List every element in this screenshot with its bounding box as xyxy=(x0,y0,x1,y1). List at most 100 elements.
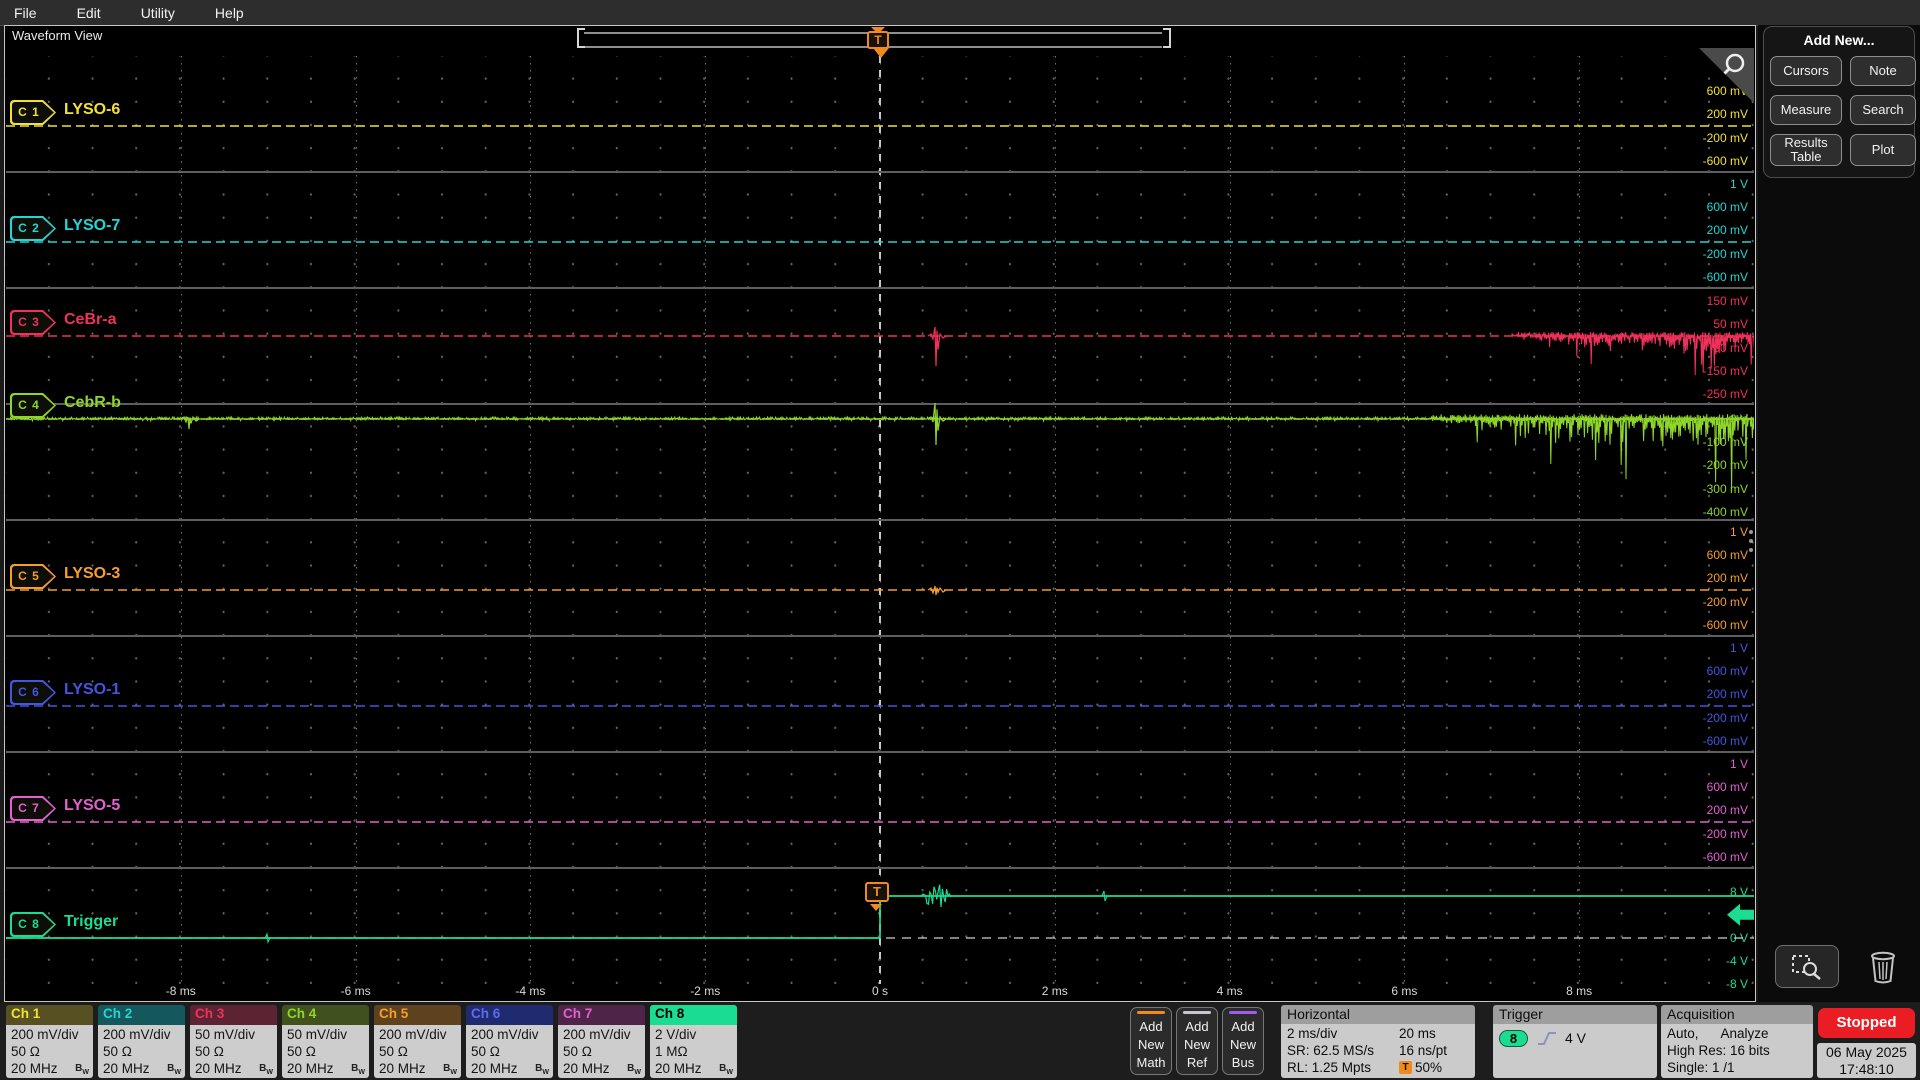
channel-name: CeBr-a xyxy=(64,311,116,329)
channel-setting: 200 mV/div xyxy=(103,1026,181,1043)
channel-setting: 50 mV/div xyxy=(287,1026,365,1043)
channel-setting: 20 MHzBW xyxy=(471,1060,549,1078)
channel-badge-ch3[interactable]: Ch 350 mV/div50 Ω20 MHzBW xyxy=(190,1005,277,1078)
channel-badge-body: 200 mV/div50 Ω20 MHzBW xyxy=(98,1025,185,1078)
channel-badge-body: 50 mV/div50 Ω20 MHzBW xyxy=(282,1025,369,1078)
channel-badge-ch7[interactable]: Ch 7200 mV/div50 Ω20 MHzBW xyxy=(558,1005,645,1078)
bandwidth-badge: BW xyxy=(719,1060,733,1078)
trigger-event-marker[interactable]: T xyxy=(865,882,889,902)
add-new-ref-button[interactable]: AddNewRef xyxy=(1176,1007,1218,1075)
horizontal-panel[interactable]: Horizontal 2 ms/div20 msSR: 62.5 MS/s16 … xyxy=(1281,1005,1475,1078)
trigger-event-marker-pointer xyxy=(870,904,882,911)
add-new-buttons: Cursors Note Measure Search Results TablePlo… xyxy=(1770,56,1914,166)
pan-bracket-left[interactable] xyxy=(577,28,585,48)
channel-setting: 50 Ω xyxy=(287,1043,365,1060)
horizontal-row: 2 ms/div20 ms xyxy=(1287,1025,1470,1042)
channel-badge-body: 200 mV/div50 Ω20 MHzBW xyxy=(558,1025,645,1078)
channel-badge-header: Ch 3 xyxy=(190,1005,277,1025)
channel-tag-text: C 5 xyxy=(10,564,48,589)
add-new-math-button[interactable]: AddNewMath xyxy=(1130,1007,1172,1075)
channel-tag-text: C 1 xyxy=(10,100,48,125)
channel-setting: 200 mV/div xyxy=(11,1026,89,1043)
channel-name: Trigger xyxy=(64,913,118,931)
channel-name: LYSO-6 xyxy=(64,101,120,119)
channel-badge-ch4[interactable]: Ch 450 mV/div50 Ω20 MHzBW xyxy=(282,1005,369,1078)
channel-badge-body: 200 mV/div50 Ω20 MHzBW xyxy=(466,1025,553,1078)
waveform-view: Waveform View T T 600 mV200 mV-200 mV-60… xyxy=(4,25,1756,1002)
bandwidth-badge: BW xyxy=(351,1060,365,1078)
channel-badge-ch5[interactable]: Ch 5200 mV/div50 Ω20 MHzBW xyxy=(374,1005,461,1078)
channel-badge-ch1[interactable]: Ch 1200 mV/div50 Ω20 MHzBW xyxy=(6,1005,93,1078)
acquisition-panel[interactable]: Acquisition Auto,Analyze High Res: 16 bi… xyxy=(1661,1005,1813,1078)
right-sidebar: Add New... Cursors Note Measure Search Resul… xyxy=(1758,25,1920,1002)
channel-setting: 50 Ω xyxy=(379,1043,457,1060)
menu-bar: FileEditUtilityHelp xyxy=(0,0,1920,26)
bandwidth-badge: BW xyxy=(627,1060,641,1078)
datetime-display: 06 May 2025 17:48:10 xyxy=(1817,1043,1916,1078)
channel-setting: 1 MΩ xyxy=(655,1043,733,1060)
horizontal-row: SR: 62.5 MS/s16 ns/pt xyxy=(1287,1042,1470,1059)
acq-highres: High Res: 16 bits xyxy=(1667,1042,1808,1059)
waveform-view-tab[interactable]: Waveform View xyxy=(12,28,102,43)
add-new-bus-button[interactable]: AddNewBus xyxy=(1222,1007,1264,1075)
add-new-measure-button[interactable]: Measure xyxy=(1770,95,1842,125)
rising-edge-icon xyxy=(1537,1030,1557,1047)
channel-badge-header: Ch 1 xyxy=(6,1005,93,1025)
channel-setting: 20 MHzBW xyxy=(103,1060,181,1078)
channel-tag-text: C 8 xyxy=(10,912,48,937)
channel-name: LYSO-5 xyxy=(64,797,120,815)
add-new-plot-button[interactable]: Plot xyxy=(1850,134,1916,166)
trigger-position-marker[interactable]: T xyxy=(867,31,889,49)
channel-tag-text: C 3 xyxy=(10,310,48,335)
channel-setting: 200 mV/div xyxy=(563,1026,641,1043)
menu-item-utility[interactable]: Utility xyxy=(127,5,201,21)
menu-item-edit[interactable]: Edit xyxy=(63,5,127,21)
channel-name: CebR-b xyxy=(64,394,121,412)
add-new-search-button[interactable]: Search xyxy=(1850,95,1916,125)
zoom-select-button[interactable] xyxy=(1775,945,1839,988)
channel-name: LYSO-7 xyxy=(64,217,120,235)
accent-line xyxy=(1229,1011,1257,1014)
add-new-results-table-button[interactable]: Results Table xyxy=(1770,134,1842,166)
channel-badge-body: 50 mV/div50 Ω20 MHzBW xyxy=(190,1025,277,1078)
channel-name: LYSO-3 xyxy=(64,565,120,583)
channel-badge-ch6[interactable]: Ch 6200 mV/div50 Ω20 MHzBW xyxy=(466,1005,553,1078)
channel-badge-header: Ch 5 xyxy=(374,1005,461,1025)
channel-badge-header: Ch 2 xyxy=(98,1005,185,1025)
channel-setting: 20 MHzBW xyxy=(195,1060,273,1078)
trigger-panel[interactable]: Trigger 8 4 V xyxy=(1493,1005,1657,1078)
trigger-source-badge: 8 xyxy=(1499,1030,1528,1047)
channel-setting: 20 MHzBW xyxy=(563,1060,641,1078)
pan-bracket-right[interactable] xyxy=(1163,28,1171,48)
panel-resize-grip[interactable] xyxy=(1749,530,1753,552)
channel-setting: 50 Ω xyxy=(563,1043,641,1060)
channel-badge-body: 200 mV/div50 Ω20 MHzBW xyxy=(374,1025,461,1078)
bottom-settings-bar: Ch 1200 mV/div50 Ω20 MHzBWCh 2200 mV/div… xyxy=(0,1003,1920,1080)
menu-item-help[interactable]: Help xyxy=(201,5,270,21)
run-stop-button[interactable]: Stopped xyxy=(1818,1008,1915,1038)
trash-icon[interactable] xyxy=(1863,947,1903,987)
channel-setting: 200 mV/div xyxy=(379,1026,457,1043)
add-new-panel: Add New... Cursors Note Measure Search Resul… xyxy=(1763,26,1915,178)
channel-setting: 50 mV/div xyxy=(195,1026,273,1043)
channel-tag-text: C 6 xyxy=(10,680,48,705)
bandwidth-badge: BW xyxy=(75,1060,89,1078)
channel-tag-text: C 7 xyxy=(10,796,48,821)
channel-tag-text: C 2 xyxy=(10,216,48,241)
bandwidth-badge: BW xyxy=(535,1060,549,1078)
menu-item-file[interactable]: File xyxy=(0,5,63,21)
channel-setting: 20 MHzBW xyxy=(379,1060,457,1078)
channel-badge-body: 2 V/div1 MΩ20 MHzBW xyxy=(650,1025,737,1078)
add-new-note-button[interactable]: Note xyxy=(1850,56,1916,86)
add-new-cursors-button[interactable]: Cursors xyxy=(1770,56,1842,86)
plot-area[interactable]: T 600 mV200 mV-200 mV-600 mVC 1LYSO-61 V… xyxy=(6,48,1754,1001)
date-text: 06 May 2025 xyxy=(1817,1044,1916,1061)
add-new-title: Add New... xyxy=(1764,32,1914,48)
horizontal-row: RL: 1.25 MptsT50% xyxy=(1287,1059,1470,1076)
channel-badge-ch8[interactable]: Ch 82 V/div1 MΩ20 MHzBW xyxy=(650,1005,737,1078)
acq-mode: Auto, xyxy=(1667,1025,1699,1042)
channel-tag-text: C 4 xyxy=(10,393,48,418)
waveforms-svg xyxy=(6,48,1754,1001)
acq-analyze: Analyze xyxy=(1721,1025,1769,1042)
channel-badge-ch2[interactable]: Ch 2200 mV/div50 Ω20 MHzBW xyxy=(98,1005,185,1078)
